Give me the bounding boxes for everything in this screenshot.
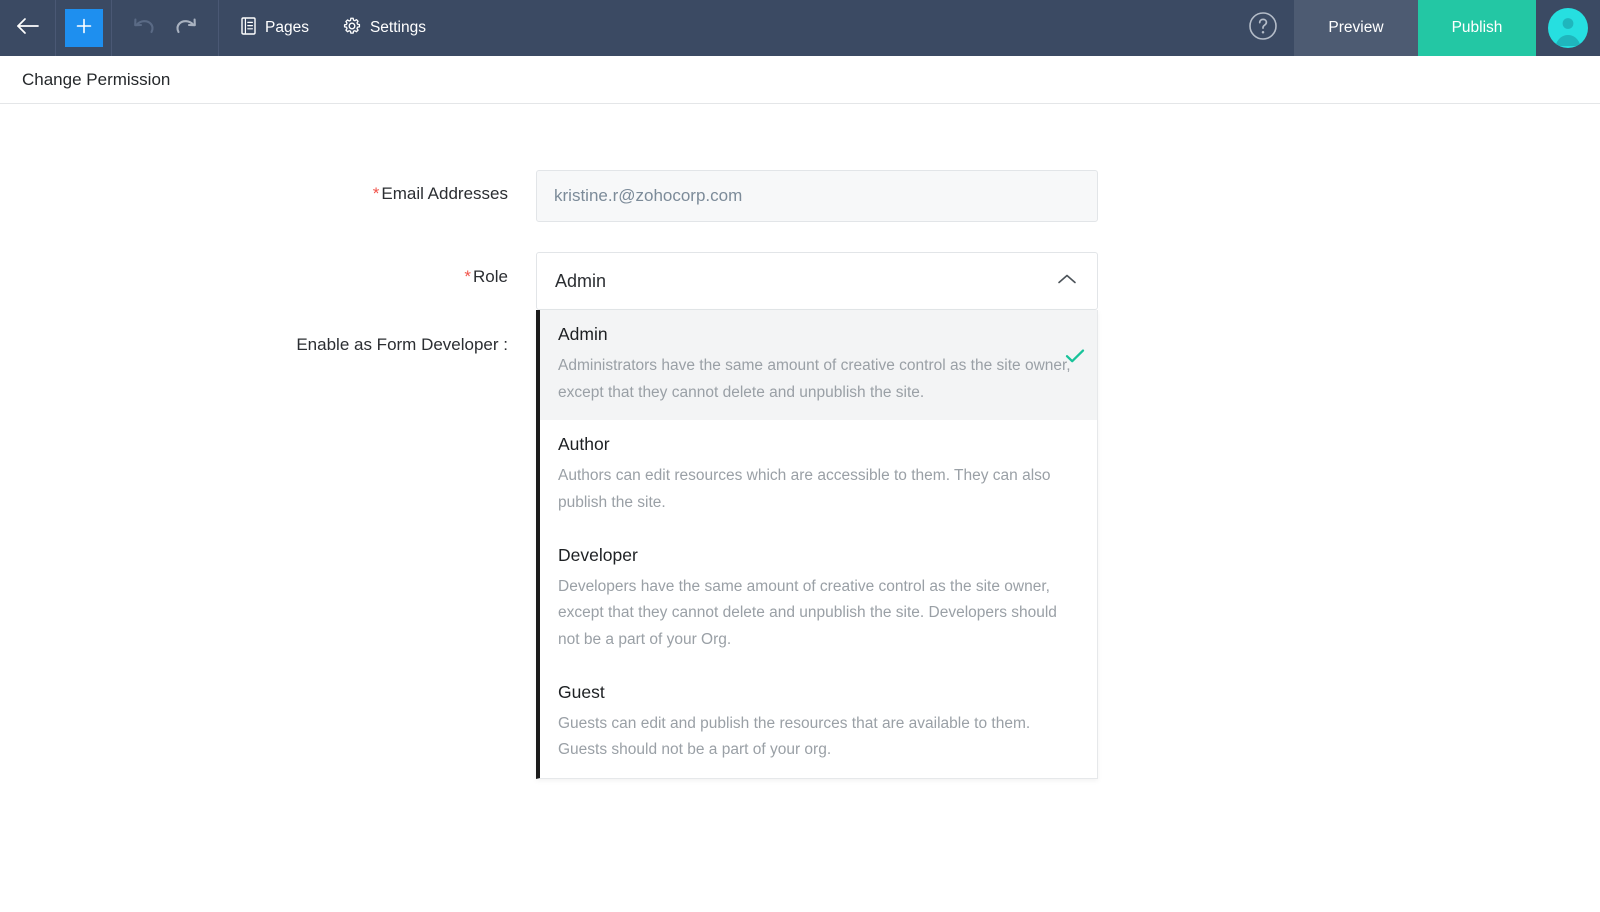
help-button[interactable] — [1232, 0, 1294, 56]
chevron-up-icon — [1057, 272, 1077, 290]
role-label-text: Role — [473, 267, 508, 286]
page-title: Change Permission — [22, 69, 171, 89]
role-dropdown-list: Admin Administrators have the same amoun… — [536, 310, 1098, 779]
role-option-title: Author — [558, 434, 610, 455]
email-addresses-label-text: Email Addresses — [381, 184, 508, 203]
undo-redo-group — [112, 0, 219, 56]
back-button[interactable] — [0, 0, 56, 56]
settings-menu-item[interactable]: Settings — [343, 17, 426, 40]
arrow-left-icon — [15, 16, 41, 41]
required-marker: * — [372, 184, 380, 203]
role-row: * Role Admin Admin Administrators have th… — [62, 252, 1098, 779]
email-addresses-input[interactable] — [536, 170, 1098, 222]
role-option-title: Admin — [558, 324, 608, 344]
plus-icon — [74, 16, 94, 41]
preview-button[interactable]: Preview — [1294, 0, 1418, 56]
role-select-wrapper: Admin Admin Administrators have the same… — [536, 252, 1098, 779]
role-option-description: Guests can edit and publish the resource… — [558, 714, 1031, 759]
redo-arrow-icon — [174, 15, 198, 42]
required-marker: * — [464, 267, 472, 286]
toolbar-right-group: Preview Publish — [1232, 0, 1600, 56]
settings-menu-label: Settings — [369, 19, 426, 36]
pages-menu-label: Pages — [265, 19, 309, 36]
role-option-guest[interactable]: Guest Guests can edit and publish the re… — [540, 668, 1097, 778]
preview-button-label: Preview — [1328, 19, 1384, 36]
role-label: * Role — [62, 252, 536, 285]
add-button[interactable] — [64, 9, 103, 47]
role-option-developer[interactable]: Developer Developers have the same amoun… — [540, 531, 1097, 668]
check-icon — [1065, 348, 1085, 369]
undo-button[interactable] — [132, 15, 156, 42]
role-option-title: Developer — [558, 544, 638, 565]
user-avatar-button[interactable] — [1536, 0, 1600, 56]
pages-document-icon — [241, 16, 256, 40]
role-option-description: Authors can edit resources which are acc… — [558, 467, 1051, 511]
toolbar-menu: Pages Settings — [219, 0, 448, 56]
form-developer-label: Enable as Form Developer : — [296, 335, 508, 354]
page-header-bar: Change Permission — [0, 56, 1600, 104]
form-content-area: *Email Addresses *Role Admin Admin Admin… — [0, 104, 1600, 911]
gear-icon — [343, 17, 361, 40]
top-toolbar: Pages Settings Preview Publish — [0, 0, 1600, 56]
role-select-trigger[interactable]: Admin — [536, 252, 1098, 310]
email-addresses-row: * Email Addresses — [62, 170, 1098, 222]
question-mark-circle-icon — [1248, 11, 1278, 46]
role-option-description: Administrators have the same amount of c… — [558, 357, 1071, 401]
avatar — [1548, 8, 1588, 48]
form-developer-row: Enable as Form Developer : — [62, 336, 536, 353]
email-addresses-label: * Email Addresses — [62, 170, 536, 202]
undo-arrow-icon — [132, 15, 156, 42]
publish-button-label: Publish — [1451, 19, 1503, 36]
role-option-admin[interactable]: Admin Administrators have the same amoun… — [540, 310, 1097, 421]
toolbar-left-group: Pages Settings — [0, 0, 448, 56]
add-button-cell — [56, 0, 112, 56]
role-option-title: Guest — [558, 681, 605, 702]
role-selected-value: Admin — [555, 270, 607, 291]
pages-menu-item[interactable]: Pages — [241, 16, 309, 40]
redo-button[interactable] — [174, 15, 198, 42]
publish-button[interactable]: Publish — [1418, 0, 1536, 56]
role-option-description: Developers have the same amount of creat… — [558, 577, 1057, 648]
role-option-author[interactable]: Author Authors can edit resources which … — [540, 420, 1097, 530]
